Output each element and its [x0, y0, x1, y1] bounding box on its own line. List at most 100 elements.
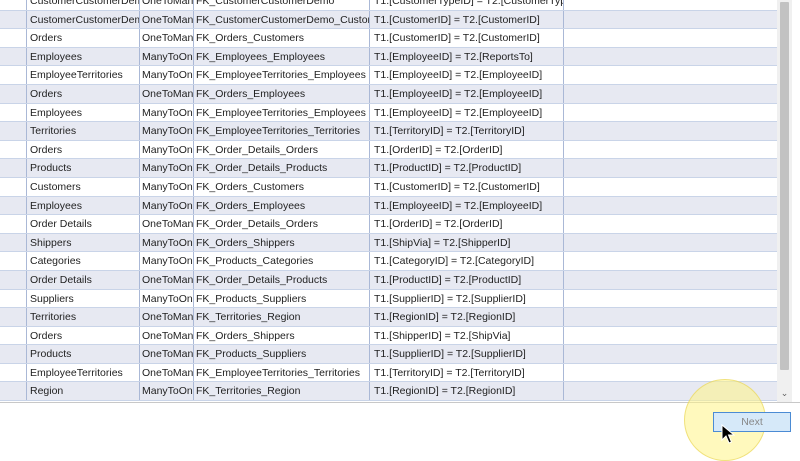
relationship-type-cell[interactable]: OneToMany — [140, 345, 194, 363]
empty-cell[interactable] — [564, 159, 777, 177]
join-condition-cell[interactable]: T1.[SupplierID] = T2.[SupplierID] — [370, 345, 564, 363]
join-condition-cell[interactable]: T1.[EmployeeID] = T2.[ReportsTo] — [370, 47, 564, 66]
table-row[interactable]: Territories OneToMany FK_Territories_Regio… — [0, 308, 777, 327]
join-condition-cell[interactable]: T1.[TerritoryID] = T2.[TerritoryID] — [370, 363, 564, 382]
row-header-cell[interactable] — [0, 326, 27, 345]
relationship-name-cell[interactable]: FK_EmployeeTerritories_Territories — [194, 122, 370, 140]
join-condition-cell[interactable]: T1.[CustomerID] = T2.[CustomerID] — [370, 177, 564, 196]
empty-cell[interactable] — [564, 122, 777, 140]
empty-cell[interactable] — [564, 327, 777, 345]
relationship-type-cell[interactable]: ManyToOne — [140, 289, 194, 308]
relationship-name-cell[interactable]: FK_Products_Categories — [194, 252, 370, 270]
row-header-cell[interactable] — [0, 177, 27, 196]
relationship-type-cell[interactable]: ManyToOne — [140, 233, 194, 252]
row-header-cell[interactable] — [0, 122, 27, 140]
relationship-type-cell[interactable]: OneToMany — [140, 84, 194, 103]
table-name-cell[interactable]: Categories — [27, 252, 140, 270]
table-row[interactable]: Orders ManyToOne FK_Order_Details_Orders T1… — [0, 140, 777, 160]
relationship-name-cell[interactable]: FK_Territories_Region — [194, 308, 370, 326]
row-header-cell[interactable] — [0, 289, 27, 308]
table-row[interactable]: Orders OneToMany FK_Orders_Shippers T1.[Shi… — [0, 326, 777, 346]
row-header-cell[interactable] — [0, 140, 27, 159]
table-name-cell[interactable]: CustomerCustomerDemo — [27, 10, 140, 29]
empty-cell[interactable] — [564, 271, 777, 289]
relationship-type-cell[interactable]: ManyToOne — [140, 140, 194, 159]
relationship-type-cell[interactable]: OneToMany — [140, 363, 194, 382]
row-header-cell[interactable] — [0, 270, 27, 289]
relationship-type-cell[interactable]: OneToMany — [140, 10, 194, 29]
table-name-cell[interactable]: EmployeeTerritories — [27, 66, 140, 84]
relationship-name-cell[interactable]: FK_Orders_Employees — [194, 196, 370, 215]
row-header-cell[interactable] — [0, 252, 27, 270]
table-row[interactable]: Territories ManyToOne FK_EmployeeTerritori… — [0, 122, 777, 141]
row-header-cell[interactable] — [0, 66, 27, 84]
relationship-name-cell[interactable]: FK_Order_Details_Orders — [194, 140, 370, 159]
relationship-name-cell[interactable]: FK_Order_Details_Products — [194, 270, 370, 289]
relationship-type-cell[interactable]: ManyToOne — [140, 196, 194, 215]
join-condition-cell[interactable]: T1.[ProductID] = T2.[ProductID] — [370, 159, 564, 177]
table-row[interactable]: CustomerCustomerDemo OneToMany FK_Customer… — [0, 10, 777, 30]
join-condition-cell[interactable]: T1.[SupplierID] = T2.[SupplierID] — [370, 289, 564, 308]
join-condition-cell[interactable]: T1.[CategoryID] = T2.[CategoryID] — [370, 252, 564, 270]
row-header-cell[interactable] — [0, 47, 27, 66]
table-name-cell[interactable]: Customers — [27, 177, 140, 196]
join-condition-cell[interactable]: T1.[EmployeeID] = T2.[EmployeeID] — [370, 103, 564, 122]
row-header-cell[interactable] — [0, 345, 27, 363]
join-condition-cell[interactable]: T1.[OrderID] = T2.[OrderID] — [370, 215, 564, 233]
row-header-cell[interactable] — [0, 0, 27, 10]
relationship-type-cell[interactable]: OneToMany — [140, 326, 194, 345]
table-name-cell[interactable]: Order Details — [27, 270, 140, 289]
empty-cell[interactable] — [564, 141, 777, 159]
empty-cell[interactable] — [564, 178, 777, 196]
relationship-name-cell[interactable]: FK_CustomerCustomerDemo_Customers — [194, 10, 370, 29]
table-row[interactable]: Categories ManyToOne FK_Products_Categorie… — [0, 252, 777, 271]
table-name-cell[interactable]: Territories — [27, 308, 140, 326]
join-condition-cell[interactable]: T1.[EmployeeID] = T2.[EmployeeID] — [370, 84, 564, 103]
relationship-type-cell[interactable]: OneToMany — [140, 29, 194, 47]
empty-cell[interactable] — [564, 66, 777, 84]
row-header-cell[interactable] — [0, 196, 27, 215]
table-row[interactable]: Employees ManyToOne FK_Orders_Employees T1.… — [0, 196, 777, 216]
table-name-cell[interactable]: Suppliers — [27, 289, 140, 308]
table-name-cell[interactable]: Employees — [27, 47, 140, 66]
join-condition-cell[interactable]: T1.[TerritoryID] = T2.[TerritoryID] — [370, 122, 564, 140]
join-condition-cell[interactable]: T1.[EmployeeID] = T2.[EmployeeID] — [370, 66, 564, 84]
relationship-name-cell[interactable]: FK_Orders_Customers — [194, 177, 370, 196]
relationship-name-cell[interactable]: FK_Order_Details_Orders — [194, 215, 370, 233]
table-name-cell[interactable]: Orders — [27, 140, 140, 159]
table-row[interactable]: Region ManyToOne FK_Territories_Region T1.[… — [0, 382, 777, 402]
relationship-type-cell[interactable]: ManyToOne — [140, 159, 194, 177]
row-header-cell[interactable] — [0, 10, 27, 29]
table-name-cell[interactable]: Employees — [27, 196, 140, 215]
relationship-name-cell[interactable]: FK_EmployeeTerritories_Employees — [194, 103, 370, 122]
table-row[interactable]: CustomerCustomerDemo OneToMany FK_Customer… — [0, 0, 777, 11]
relationship-type-cell[interactable]: OneToMany — [140, 308, 194, 326]
table-row[interactable]: Customers ManyToOne FK_Orders_Customers T1.… — [0, 177, 777, 197]
table-name-cell[interactable]: Shippers — [27, 233, 140, 252]
table-row[interactable]: Order Details OneToMany FK_Order_Details_O… — [0, 215, 777, 234]
relationship-name-cell[interactable]: FK_Orders_Customers — [194, 29, 370, 47]
relationship-name-cell[interactable]: FK_Orders_Shippers — [194, 326, 370, 345]
relationship-type-cell[interactable]: OneToMany — [140, 215, 194, 233]
table-name-cell[interactable]: Employees — [27, 103, 140, 122]
relationship-name-cell[interactable]: FK_Employees_Employees — [194, 47, 370, 66]
empty-cell[interactable] — [564, 308, 777, 326]
row-header-cell[interactable] — [0, 382, 27, 401]
relationship-name-cell[interactable]: FK_Products_Suppliers — [194, 345, 370, 363]
relationship-name-cell[interactable]: FK_CustomerCustomerDemo — [194, 0, 370, 10]
empty-cell[interactable] — [564, 215, 777, 233]
table-name-cell[interactable]: Products — [27, 159, 140, 177]
row-header-cell[interactable] — [0, 233, 27, 252]
relationship-name-cell[interactable]: FK_Order_Details_Products — [194, 159, 370, 177]
empty-cell[interactable] — [564, 364, 777, 382]
row-header-cell[interactable] — [0, 215, 27, 233]
row-header-cell[interactable] — [0, 29, 27, 47]
relationship-type-cell[interactable]: ManyToOne — [140, 177, 194, 196]
empty-cell[interactable] — [564, 29, 777, 47]
join-condition-cell[interactable]: T1.[RegionID] = T2.[RegionID] — [370, 382, 564, 401]
relationship-type-cell[interactable]: OneToMany — [140, 0, 194, 10]
empty-cell[interactable] — [564, 11, 777, 29]
relationship-type-cell[interactable]: ManyToOne — [140, 47, 194, 66]
table-name-cell[interactable]: CustomerCustomerDemo — [27, 0, 140, 10]
table-row[interactable]: Products ManyToOne FK_Order_Details_Produc… — [0, 159, 777, 178]
